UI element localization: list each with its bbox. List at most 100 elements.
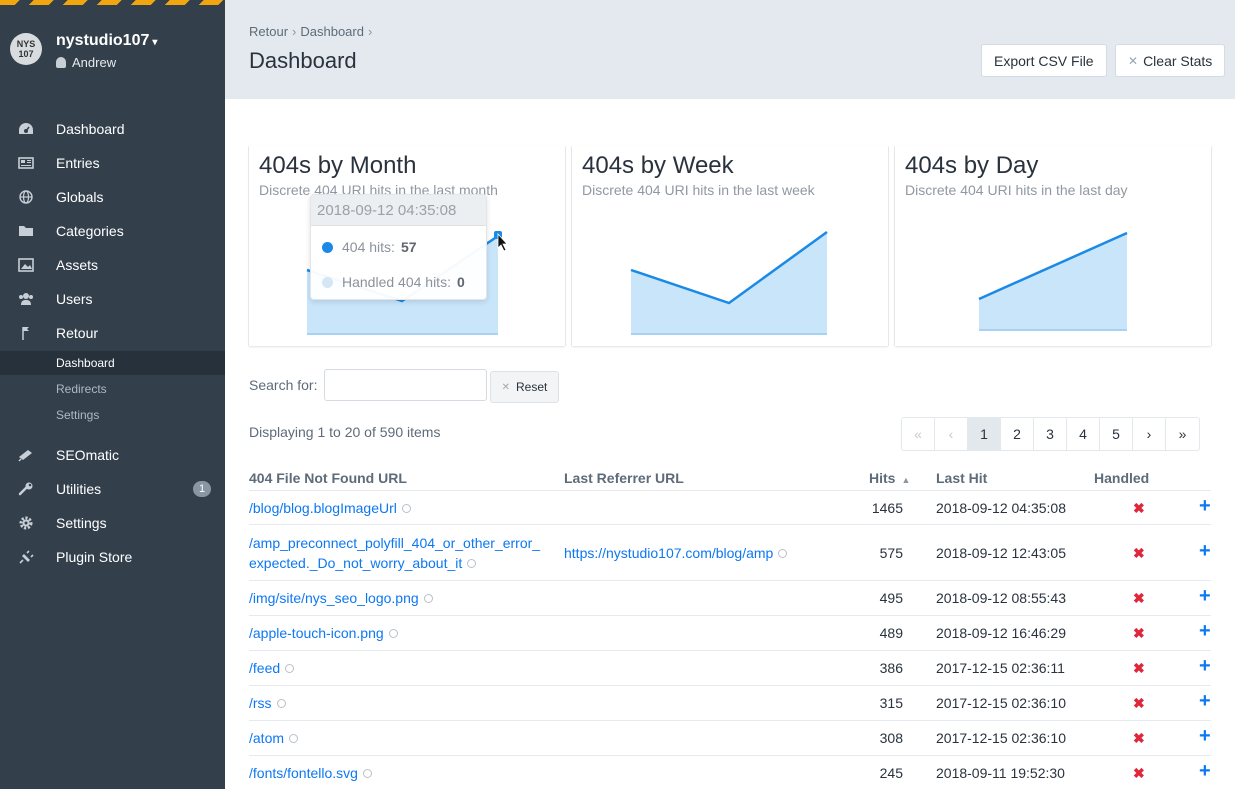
url-text: /fonts/fontello.svg [249,765,358,781]
add-redirect-button[interactable]: + [1199,655,1211,678]
sidebar-item-utilities[interactable]: Utilities 1 [0,472,225,506]
page-5-button[interactable]: 5 [1100,418,1133,450]
export-csv-button[interactable]: Export CSV File [981,44,1107,77]
clear-stats-button[interactable]: ✕ Clear Stats [1115,44,1226,77]
wrench-icon [18,482,33,496]
last-hit-value: 2018-09-12 04:35:08 [936,500,1066,516]
add-redirect-button[interactable]: + [1199,760,1211,783]
chevron-down-icon: ▾ [152,37,158,48]
column-header-handled[interactable]: Handled [1094,470,1149,486]
sidebar-item-categories[interactable]: Categories [0,214,225,248]
sidebar-subitem-label: Settings [56,408,100,422]
url-link[interactable]: /atom [249,728,299,748]
reset-label: Reset [516,380,548,394]
page-3-button[interactable]: 3 [1034,418,1067,450]
tooltip-hits-label: 404 hits: [342,239,395,255]
hits-value: 575 [879,545,903,561]
sidebar-item-dashboard[interactable]: Dashboard [0,112,225,146]
url-link[interactable]: /fonts/fontello.svg [249,763,372,783]
url-link[interactable]: /amp_preconnect_polyfill_404_or_other_er… [249,533,540,573]
go-arrow-icon[interactable] [276,699,286,708]
sidebar-item-retour[interactable]: Retour [0,316,225,350]
column-header-referrer[interactable]: Last Referrer URL [564,470,684,486]
column-header-url[interactable]: 404 File Not Found URL [249,470,407,486]
sidebar-subitem-redirects[interactable]: Redirects [0,377,225,401]
user-menu[interactable]: Andrew [56,55,157,70]
chart-title: 404s by Day [905,152,1039,179]
page-first-button[interactable]: « [902,418,935,450]
sidebar-item-label: Categories [56,223,124,239]
referrer-link[interactable]: https://nystudio107.com/blog/amp [564,543,788,563]
site-switcher[interactable]: NYS 107 nystudio107 ▾ Andrew [10,32,157,70]
sidebar-item-settings[interactable]: Settings [0,506,225,540]
sidebar-subitem-settings[interactable]: Settings [0,403,225,427]
column-header-last-hit[interactable]: Last Hit [936,470,987,486]
breadcrumb-separator: › [367,24,373,39]
sidebar-item-plugin-store[interactable]: Plugin Store [0,540,225,574]
table-row: /amp_preconnect_polyfill_404_or_other_er… [249,525,1211,581]
user-icon [56,57,66,68]
url-link[interactable]: /apple-touch-icon.png [249,623,398,643]
site-name[interactable]: nystudio107 ▾ [56,32,157,50]
sidebar-item-label: Settings [56,515,107,531]
go-arrow-icon[interactable] [362,769,372,778]
hits-value: 1465 [871,500,903,516]
url-link[interactable]: /blog/blog.blogImageUrl [249,498,411,518]
image-icon [18,258,34,272]
add-redirect-button[interactable]: + [1199,725,1211,748]
sidebar-item-users[interactable]: Users [0,282,225,316]
go-arrow-icon[interactable] [778,549,788,558]
page-last-button[interactable]: » [1166,418,1199,450]
utilities-badge: 1 [193,481,211,497]
breadcrumb-item-retour[interactable]: Retour [249,24,288,39]
column-header-hits[interactable]: Hits ▲ [869,470,910,486]
not-handled-icon: ✖ [1133,695,1145,711]
go-arrow-icon[interactable] [289,734,299,743]
go-arrow-icon[interactable] [388,629,398,638]
breadcrumb-item-dashboard[interactable]: Dashboard [300,24,364,39]
sidebar-item-entries[interactable]: Entries [0,146,225,180]
add-redirect-button[interactable]: + [1199,495,1211,518]
pagination-info: Displaying 1 to 20 of 590 items [249,424,441,440]
page-1-button[interactable]: 1 [968,418,1001,450]
url-link[interactable]: /img/site/nys_seo_logo.png [249,588,433,608]
sidebar-subitem-label: Redirects [56,382,107,396]
chart-week-area [631,232,827,334]
not-handled-icon: ✖ [1133,765,1145,781]
sidebar-item-globals[interactable]: Globals [0,180,225,214]
search-input[interactable] [324,369,487,401]
page-next-button[interactable]: › [1133,418,1166,450]
last-hit-value: 2018-09-12 12:43:05 [936,545,1066,561]
add-redirect-button[interactable]: + [1199,540,1211,563]
sidebar-item-label: Globals [56,189,104,205]
sidebar-item-seomatic[interactable]: SEOmatic [0,438,225,472]
gear-icon [19,516,33,530]
page-prev-button[interactable]: ‹ [935,418,968,450]
add-redirect-button[interactable]: + [1199,690,1211,713]
url-text: /blog/blog.blogImageUrl [249,500,397,516]
tooltip-row-handled: Handled 404 hits: 0 [322,274,465,290]
page-2-button[interactable]: 2 [1001,418,1034,450]
go-arrow-icon[interactable] [467,559,477,568]
go-arrow-icon[interactable] [401,504,411,513]
add-redirect-button[interactable]: + [1199,620,1211,643]
reset-button[interactable]: ✕ Reset [490,371,559,403]
sidebar-item-assets[interactable]: Assets [0,248,225,282]
not-handled-icon: ✖ [1133,500,1145,516]
url-text-line1: /amp_preconnect_polyfill_404_or_other_er… [249,535,541,551]
sidebar-subitem-dashboard[interactable]: Dashboard [0,351,225,375]
table-row: /feed 386 2017-12-15 02:36:11 ✖ + [249,651,1211,686]
last-hit-value: 2017-12-15 02:36:10 [936,730,1066,746]
go-arrow-icon[interactable] [285,664,295,673]
url-link[interactable]: /rss [249,693,286,713]
pagination: « ‹ 1 2 3 4 5 › » [901,417,1200,451]
gauge-icon [19,123,33,134]
url-link[interactable]: /feed [249,658,295,678]
page-title: Dashboard [249,48,357,73]
add-redirect-button[interactable]: + [1199,585,1211,608]
page-4-button[interactable]: 4 [1067,418,1100,450]
chart-title: 404s by Month [259,152,417,179]
close-icon: ✕ [501,381,511,393]
not-handled-icon: ✖ [1133,730,1145,746]
go-arrow-icon[interactable] [423,594,433,603]
